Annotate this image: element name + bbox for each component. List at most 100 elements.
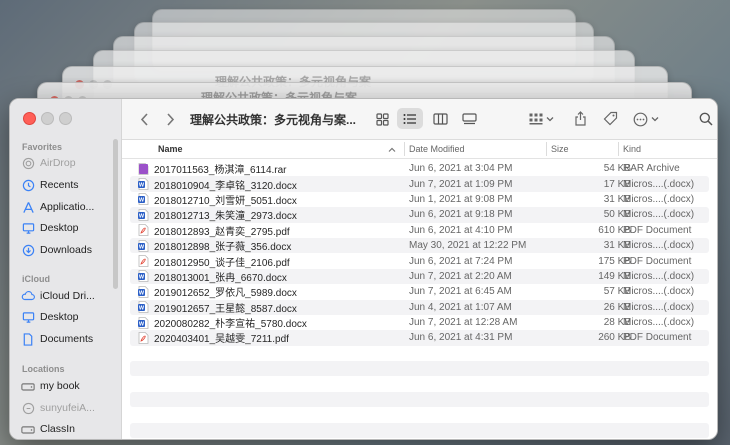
forward-button[interactable] [162,110,178,128]
file-name: 2018012893_赵青奕_2795.pdf [154,226,290,238]
svg-text:W: W [139,275,145,281]
share-button[interactable] [570,108,590,129]
file-name-cell[interactable]: W 2018010904_李卓铭_3120.docx [138,177,297,192]
file-name-cell[interactable]: W 2018012710_刘雪妍_5051.docx [138,192,297,207]
file-kind: PDF Document [623,255,692,267]
file-name: 2018012950_谈子佳_2106.pdf [154,257,290,269]
table-row[interactable]: W 2019012652_罗依凡_5989.docx Jun 7, 2021 at … [130,284,709,299]
sidebar-item-downloads[interactable]: Downloads [21,240,92,260]
svg-text:W: W [139,244,145,250]
column-name-header[interactable]: Name [158,144,183,154]
download-icon [21,243,35,257]
applications-icon [21,200,35,214]
gallery-view-button[interactable] [458,109,480,129]
sidebar-section-icloud: iCloud [22,274,50,284]
table-row[interactable]: W 2018012713_朱笑潼_2973.docx Jun 6, 2021 at … [130,207,709,223]
file-name-cell[interactable]: 2020403401_吴越雯_7211.pdf [138,330,289,345]
file-date: Jun 6, 2021 at 4:31 PM [409,332,513,344]
file-kind: Micros....(.docx) [623,286,695,298]
sidebar-item-label: my book [40,380,80,392]
close-button[interactable] [23,112,36,125]
sidebar-item-icloud-desktop[interactable]: Desktop [21,307,79,327]
sidebar-item-label: ClassIn [40,423,76,435]
column-header: Name Date Modified Size Kind [122,140,717,159]
list-view-button[interactable] [397,108,423,129]
file-date: Jun 7, 2021 at 1:09 PM [409,178,513,190]
table-row[interactable]: 2017011563_杨淇漳_6114.rar Jun 6, 2021 at 3:… [130,161,709,176]
table-row[interactable]: 2018012950_谈子佳_2106.pdf Jun 6, 2021 at 7:… [130,253,709,269]
file-name: 2019012657_王星懿_8587.docx [154,303,297,315]
word-file-icon: W [138,208,149,221]
sidebar-item-label: iCloud Dri... [40,290,95,302]
file-name: 2018013001_张冉_6670.docx [154,272,287,284]
column-divider[interactable] [404,142,405,156]
file-date: Jun 4, 2021 at 1:07 AM [409,301,512,313]
sidebar-section-locations: Locations [22,364,65,374]
file-browser: 理解公共政策：多元视角与案... Name Date Modified Size… [122,99,717,439]
file-name-cell[interactable]: W 2018013001_张冉_6670.docx [138,269,287,284]
sidebar-item-label: sunyufeiA... [40,402,95,414]
columns-icon [432,113,448,125]
table-row[interactable]: W 2020080282_朴李宣祐_5780.docx Jun 7, 2021 at… [130,315,709,330]
file-date: Jun 1, 2021 at 9:08 PM [409,193,513,205]
file-name-cell[interactable]: W 2019012652_罗依凡_5989.docx [138,284,297,299]
icon-view-button[interactable] [371,109,393,129]
word-file-icon: W [138,239,149,252]
sort-chevron-up-icon[interactable] [388,145,396,155]
search-icon [699,112,713,126]
minimize-button[interactable] [41,112,54,125]
back-button[interactable] [136,110,152,128]
search-button[interactable] [696,109,716,129]
column-divider[interactable] [618,142,619,156]
file-list: 2017011563_杨淇漳_6114.rar Jun 6, 2021 at 3:… [130,161,709,439]
file-name-cell[interactable]: W 2018012713_朱笑潼_2973.docx [138,207,297,222]
table-row[interactable]: W 2018012898_张子薇_356.docx May 30, 2021 at … [130,237,709,254]
file-name-cell[interactable]: 2018012950_谈子佳_2106.pdf [138,254,290,269]
file-kind: Micros....(.docx) [623,178,695,190]
sidebar-item-label: Desktop [40,311,79,323]
column-size-header[interactable]: Size [551,144,569,154]
file-name-cell[interactable]: 2018012893_赵青奕_2795.pdf [138,223,290,238]
sidebar-item-applications[interactable]: Applicatio... [21,197,94,217]
file-kind: PDF Document [623,332,692,344]
column-view-button[interactable] [429,109,451,129]
table-row[interactable]: 2020403401_吴越雯_7211.pdf Jun 6, 2021 at 4:… [130,330,709,346]
sidebar-item-icloud-drive[interactable]: iCloud Dri... [21,286,95,306]
sidebar-scrollbar[interactable] [113,139,118,289]
table-row[interactable]: W 2018010904_李卓铭_3120.docx Jun 7, 2021 at … [130,176,709,192]
drive-icon [21,379,35,393]
sidebar-item-classin[interactable]: ClassIn [21,419,75,439]
column-divider[interactable] [546,142,547,156]
file-name-cell[interactable]: W 2020080282_朴李宣祐_5780.docx [138,315,307,330]
zoom-button[interactable] [59,112,72,125]
archive-file-icon [138,162,149,175]
file-name-cell[interactable]: W 2019012657_王星懿_8587.docx [138,300,297,315]
empty-row [130,407,709,422]
column-kind-header[interactable]: Kind [623,144,641,154]
table-row[interactable]: W 2018013001_张冉_6670.docx Jun 7, 2021 at 2… [130,268,709,285]
file-name: 2018012898_张子薇_356.docx [154,242,292,254]
file-name-cell[interactable]: W 2018012898_张子薇_356.docx [138,238,291,253]
tag-button[interactable] [599,108,621,129]
table-row[interactable]: W 2018012710_刘雪妍_5051.docx Jun 1, 2021 at … [130,192,709,207]
file-name-cell[interactable]: 2017011563_杨淇漳_6114.rar [138,161,287,176]
sidebar-item-label: Desktop [40,222,79,234]
airdrop-icon [21,156,35,170]
word-file-icon: W [138,301,149,314]
sidebar-item-airdrop[interactable]: AirDrop [21,153,76,173]
word-file-icon: W [138,270,149,283]
table-row[interactable]: 2018012893_赵青奕_2795.pdf Jun 6, 2021 at 4:… [130,223,709,238]
sidebar-item-recents[interactable]: Recents [21,175,79,195]
file-name: 2017011563_杨淇漳_6114.rar [154,165,287,177]
sidebar-item-desktop[interactable]: Desktop [21,218,79,238]
table-row[interactable]: W 2019012657_王星懿_8587.docx Jun 4, 2021 at … [130,299,709,315]
file-date: Jun 7, 2021 at 2:20 AM [409,270,512,282]
sidebar-item-documents[interactable]: Documents [21,329,93,349]
more-actions-button[interactable] [630,109,662,129]
column-date-header[interactable]: Date Modified [409,144,465,154]
sidebar-item-my-book[interactable]: my book [21,376,80,396]
drive-icon [21,422,35,436]
group-by-button[interactable] [525,109,557,129]
sidebar-item-network-share[interactable]: sunyufeiA... [21,398,95,418]
file-kind: PDF Document [623,224,692,236]
